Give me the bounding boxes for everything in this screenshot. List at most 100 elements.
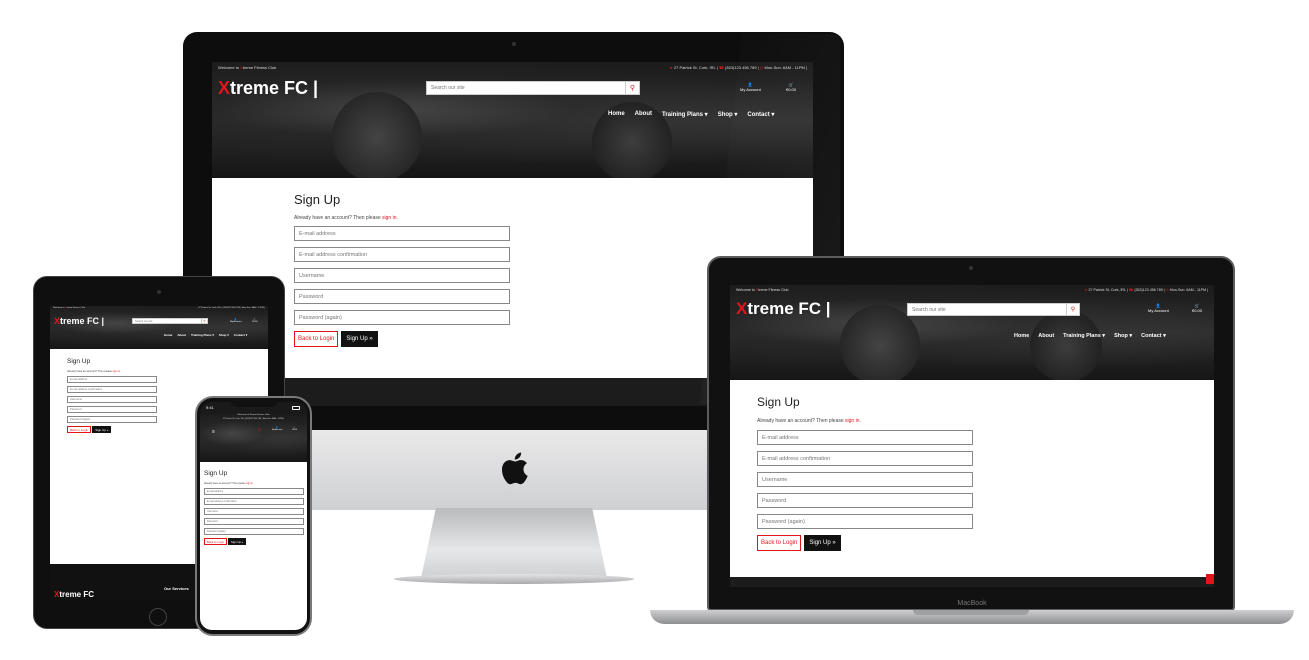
search-bar: ⚲ (907, 303, 1080, 316)
password-again-field[interactable] (757, 514, 973, 529)
username-field[interactable] (67, 396, 157, 403)
nav-training-plans[interactable]: Training Plans ▾ (662, 111, 708, 118)
nav-training-plans[interactable]: Training Plans ▾ (1063, 333, 1105, 339)
tablet-home-button[interactable] (149, 608, 167, 626)
password-again-field[interactable] (204, 528, 304, 535)
email-confirm-field[interactable] (204, 498, 304, 505)
signin-link[interactable]: sign in (246, 482, 253, 485)
phone-signup-panel: Sign Up Already have an account? Then pl… (200, 462, 307, 630)
nav-about[interactable]: About (177, 333, 186, 337)
email-confirm-field[interactable] (294, 247, 510, 262)
nav-shop[interactable]: Shop ▾ (1114, 333, 1132, 339)
email-confirm-field[interactable] (757, 451, 973, 466)
email-field[interactable] (204, 488, 304, 495)
laptop-signup-panel: Sign Up Already have an account? Then pl… (730, 380, 1214, 577)
form-actions: Back to Login Sign Up » (757, 535, 1187, 551)
laptop-footer-strip (730, 577, 1214, 587)
imac-stand-foot (394, 574, 634, 584)
search-button[interactable]: ⚲ (1067, 303, 1080, 316)
sign-up-button[interactable]: Sign Up » (804, 535, 841, 551)
nav-training-plans[interactable]: Training Plans ▾ (191, 333, 214, 337)
nav-about[interactable]: About (635, 111, 652, 118)
my-account-link[interactable]: 👤My Account (272, 427, 282, 431)
search-icon[interactable]: ⚲ (258, 427, 261, 432)
search-button[interactable]: ⚲ (202, 318, 208, 324)
signin-link[interactable]: sign in (845, 418, 859, 424)
page-title: Sign Up (67, 358, 91, 365)
signin-note: Already have an account? Then please sig… (294, 215, 398, 221)
page-title: Sign Up (204, 470, 228, 477)
search-button[interactable]: ⚲ (626, 81, 640, 95)
tablet-top-strip: Welcome to Xtreme Fitness Club 27 Patric… (50, 306, 268, 310)
password-field[interactable] (294, 289, 510, 304)
username-field[interactable] (294, 268, 510, 283)
sign-up-button[interactable]: Sign Up » (92, 426, 112, 433)
nav-about[interactable]: About (1038, 333, 1054, 339)
phone-status-bar: 9:41 (206, 405, 214, 410)
footer-logo: Xtreme FC (54, 590, 95, 599)
signin-link[interactable]: sign in (382, 215, 396, 221)
search-icon: ⚲ (203, 319, 206, 323)
email-field[interactable] (757, 430, 973, 445)
phone-screen: 9:41 Welcome to Xtreme Fitness Club 27 P… (200, 402, 307, 630)
nav-home[interactable]: Home (608, 111, 625, 118)
laptop-label: MacBook (957, 600, 987, 607)
sign-up-button[interactable]: Sign Up » (341, 331, 378, 347)
site-logo[interactable]: Xtreme FC | (218, 78, 318, 99)
device-mockup-stage: Welcome to Xtreme Fitness Club ➤ 27 Patr… (0, 0, 1309, 660)
laptop-notch (913, 610, 1029, 615)
password-again-field[interactable] (294, 310, 510, 325)
contact-info: 27 Patrick St, Cork, IRL | (353)123 456 … (198, 307, 265, 309)
password-again-field[interactable] (67, 416, 157, 423)
back-to-login-button[interactable]: Back to Login (204, 538, 227, 545)
search-input[interactable] (426, 81, 626, 95)
username-field[interactable] (757, 472, 973, 487)
main-nav: Home About Training Plans ▾ Shop ▾ Conta… (164, 333, 247, 337)
search-bar: ⚲ (132, 318, 208, 324)
welcome-text: Welcome to Xtreme Fitness Club (218, 65, 277, 70)
email-field[interactable] (294, 226, 510, 241)
my-account-link[interactable]: 👤My Account (1148, 303, 1169, 313)
search-icon: ⚲ (629, 85, 636, 92)
footer-services-heading: Our Services (164, 586, 189, 591)
phone-hero (200, 414, 307, 462)
form-actions: Back to Login Sign Up » (294, 331, 731, 347)
battery-icon (292, 406, 300, 410)
laptop-camera (969, 266, 973, 270)
my-account-link[interactable]: 👤My Account (230, 318, 241, 323)
signin-note: Already have an account? Then please sig… (67, 370, 121, 373)
username-field[interactable] (204, 508, 304, 515)
nav-shop[interactable]: Shop ▾ (219, 333, 229, 337)
contact-info: ➤ 27 Patrick St, Cork, IRL | ☎ (353)123 … (1084, 288, 1208, 292)
search-input[interactable] (132, 318, 202, 324)
tablet-camera (157, 290, 161, 294)
email-confirm-field[interactable] (67, 386, 157, 393)
search-input[interactable] (907, 303, 1067, 316)
nav-contact[interactable]: Contact ▾ (1141, 333, 1166, 339)
apple-logo-icon (501, 452, 528, 485)
imac-stand-neck (421, 508, 607, 578)
nav-home[interactable]: Home (1014, 333, 1029, 339)
search-icon: ⚲ (1070, 307, 1076, 313)
cart-link[interactable]: 🛒€0.00 (1192, 303, 1202, 313)
page-title: Sign Up (294, 192, 341, 207)
back-to-login-button[interactable]: Back to Login (294, 331, 339, 347)
sign-up-button[interactable]: Sign Up » (227, 538, 247, 545)
site-logo[interactable]: Xtreme FC | (54, 316, 104, 326)
back-to-top-button[interactable] (1206, 574, 1214, 584)
nav-contact[interactable]: Contact ▾ (234, 333, 248, 337)
hamburger-menu-icon[interactable]: ≡ (212, 429, 215, 435)
site-logo[interactable]: Xtreme FC | (736, 299, 831, 319)
phone-notch (230, 398, 278, 407)
password-field[interactable] (67, 406, 157, 413)
signin-note: Already have an account? Then please sig… (757, 418, 861, 424)
nav-home[interactable]: Home (164, 333, 172, 337)
password-field[interactable] (757, 493, 973, 508)
cart-link[interactable]: 🛒€0.00 (252, 318, 257, 323)
back-to-login-button[interactable]: Back to Login (757, 535, 802, 551)
back-to-login-button[interactable]: Back to Login (67, 426, 92, 433)
phone-contact: 27 Patrick St, Cork, IRL | (353)123 456 … (222, 418, 285, 420)
password-field[interactable] (204, 518, 304, 525)
cart-link[interactable]: 🛒€0.00 (292, 427, 297, 431)
email-field[interactable] (67, 376, 157, 383)
